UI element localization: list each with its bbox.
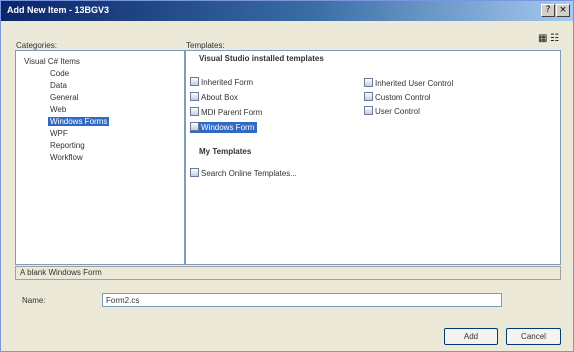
- template-label: Windows Form: [201, 123, 255, 132]
- window-title: Add New Item - 13BGV3: [7, 5, 110, 15]
- template-label: User Control: [375, 107, 420, 116]
- name-input[interactable]: [102, 293, 502, 307]
- category-web[interactable]: Web: [50, 105, 66, 114]
- category-wpf[interactable]: WPF: [50, 129, 68, 138]
- categories-tree[interactable]: Visual C# Items Code Data General Web Wi…: [15, 50, 185, 265]
- template-user-control[interactable]: User Control: [364, 106, 420, 117]
- name-label: Name:: [22, 296, 46, 305]
- cancel-button[interactable]: Cancel: [506, 328, 561, 345]
- template-label: Inherited Form: [201, 78, 254, 87]
- template-custom-control[interactable]: Custom Control: [364, 92, 431, 103]
- description-bar: A blank Windows Form: [15, 266, 561, 280]
- help-icon[interactable]: ?: [541, 4, 555, 17]
- category-workflow[interactable]: Workflow: [50, 153, 83, 162]
- control-template-icon: [364, 78, 373, 87]
- category-code[interactable]: Code: [50, 69, 69, 78]
- add-button[interactable]: Add: [444, 328, 498, 345]
- add-new-item-dialog: Add New Item - 13BGV3 ? × Categories: Te…: [0, 0, 574, 352]
- form-template-icon: [190, 107, 199, 116]
- control-template-icon: [364, 92, 373, 101]
- templates-list[interactable]: Visual Studio installed templates Inheri…: [185, 50, 561, 265]
- template-label: About Box: [201, 93, 238, 102]
- search-online-icon: [190, 168, 199, 177]
- category-general[interactable]: General: [50, 93, 78, 102]
- close-icon[interactable]: ×: [556, 4, 570, 17]
- form-template-icon: [190, 122, 199, 131]
- form-template-icon: [190, 77, 199, 86]
- form-template-icon: [190, 92, 199, 101]
- control-template-icon: [364, 106, 373, 115]
- template-description: A blank Windows Form: [20, 268, 102, 277]
- template-windows-form[interactable]: Windows Form: [190, 122, 258, 133]
- template-label: Custom Control: [375, 93, 431, 102]
- category-data[interactable]: Data: [50, 81, 67, 90]
- small-icons-view-icon[interactable]: ☷: [550, 34, 559, 44]
- template-label: Inherited User Control: [375, 79, 454, 88]
- category-reporting[interactable]: Reporting: [50, 141, 85, 150]
- category-root-visual-csharp-items[interactable]: Visual C# Items: [24, 57, 80, 66]
- large-icons-view-icon[interactable]: ▦: [538, 34, 547, 44]
- template-label: Search Online Templates...: [201, 169, 297, 178]
- template-about-box[interactable]: About Box: [190, 92, 238, 103]
- template-label: MDI Parent Form: [201, 108, 263, 117]
- category-windows-forms[interactable]: Windows Forms: [48, 117, 110, 126]
- template-search-online[interactable]: Search Online Templates...: [190, 168, 297, 179]
- template-inherited-form[interactable]: Inherited Form: [190, 77, 253, 88]
- template-mdi-parent-form[interactable]: MDI Parent Form: [190, 107, 262, 118]
- my-templates-heading: My Templates: [199, 147, 252, 156]
- title-bar[interactable]: Add New Item - 13BGV3 ? ×: [1, 1, 573, 21]
- template-inherited-user-control[interactable]: Inherited User Control: [364, 78, 453, 89]
- categories-label: Categories:: [16, 41, 57, 50]
- templates-label: Templates:: [186, 41, 225, 50]
- installed-templates-heading: Visual Studio installed templates: [199, 54, 324, 63]
